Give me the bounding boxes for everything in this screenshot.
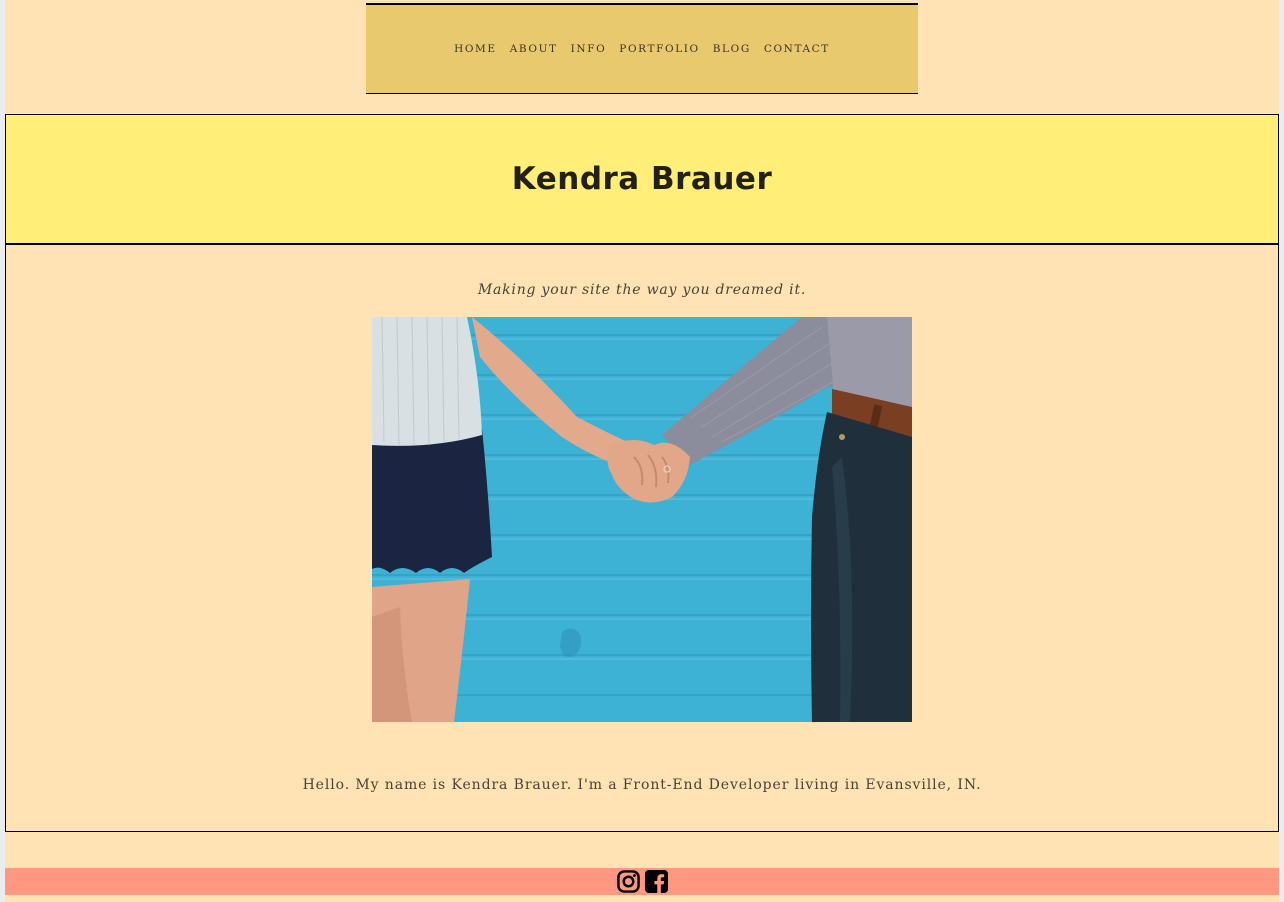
page: HOME ABOUT INFO PORTFOLIO BLOG CONTACT K… <box>5 0 1279 902</box>
site-title: Kendra Brauer <box>511 161 773 197</box>
nav-portfolio-link[interactable]: PORTFOLIO <box>619 43 699 55</box>
main-content: Making your site the way you dreamed it. <box>5 245 1279 832</box>
instagram-icon[interactable] <box>616 870 640 893</box>
hero-banner: Kendra Brauer <box>5 114 1279 245</box>
hero-photo-illustration <box>372 317 912 722</box>
footer <box>5 868 1279 895</box>
nav-home-link[interactable]: HOME <box>454 43 497 55</box>
intro-text: Hello. My name is Kendra Brauer. I'm a F… <box>302 777 982 793</box>
nav-about-link[interactable]: ABOUT <box>510 43 558 55</box>
tagline: Making your site the way you dreamed it. <box>477 282 807 298</box>
nav-contact-link[interactable]: CONTACT <box>764 43 830 55</box>
nav-blog-link[interactable]: BLOG <box>713 43 751 55</box>
hero-photo <box>372 317 912 722</box>
main-nav: HOME ABOUT INFO PORTFOLIO BLOG CONTACT <box>366 3 918 94</box>
facebook-icon[interactable] <box>644 870 668 893</box>
nav-info-link[interactable]: INFO <box>571 43 607 55</box>
